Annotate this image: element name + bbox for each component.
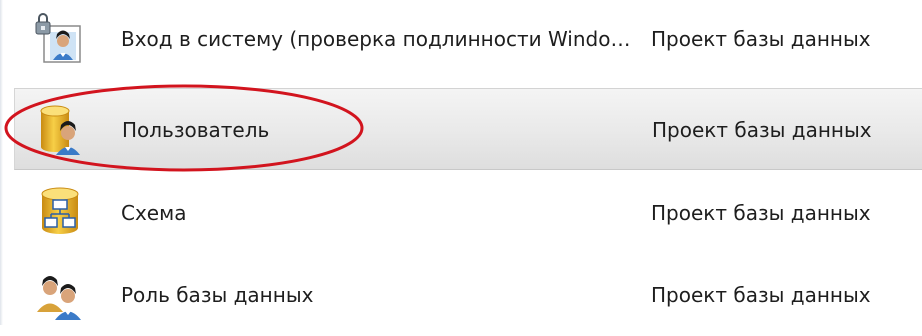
item-name: Пользователь: [122, 118, 270, 142]
schema-icon: [41, 187, 79, 234]
database-user-icon: [40, 105, 80, 155]
item-name: Вход в систему (проверка подлинности Win…: [121, 27, 631, 51]
item-category: Проект базы данных: [651, 27, 871, 51]
list-item-database-role[interactable]: Роль базы данных Проект базы данных: [14, 254, 922, 336]
item-category: Проект базы данных: [652, 118, 872, 142]
item-category: Проект базы данных: [651, 283, 871, 307]
list-item-user[interactable]: Пользователь Проект базы данных: [14, 88, 922, 170]
list-item-schema[interactable]: Схема Проект базы данных: [14, 172, 922, 254]
item-name: Схема: [121, 201, 187, 225]
item-template-list: Вход в систему (проверка подлинности Win…: [0, 0, 922, 325]
database-role-icon: [37, 276, 81, 320]
list-item-login[interactable]: Вход в систему (проверка подлинности Win…: [14, 0, 922, 80]
item-name: Роль базы данных: [121, 283, 314, 307]
item-category: Проект базы данных: [651, 201, 871, 225]
login-user-icon: [35, 13, 81, 63]
